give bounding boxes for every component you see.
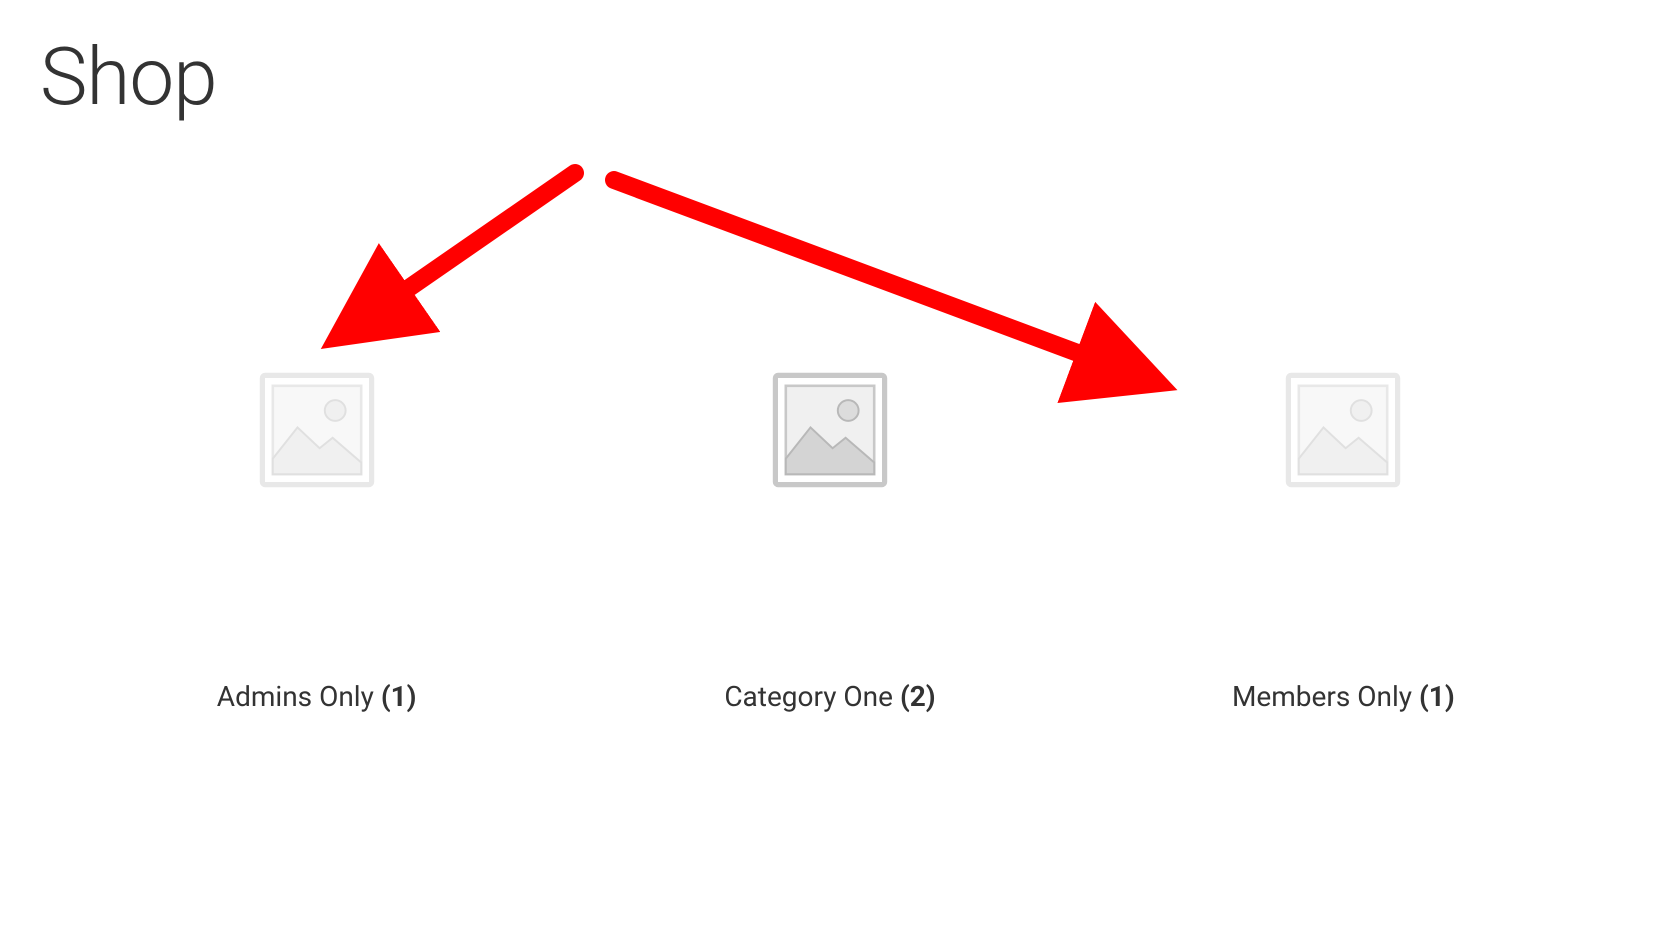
placeholder-image-icon — [1213, 300, 1473, 560]
category-count: (1) — [1419, 680, 1455, 713]
category-label: Category One (2) — [724, 680, 935, 713]
category-name: Admins Only — [217, 680, 374, 713]
category-category-one[interactable]: Category One (2) — [700, 300, 960, 713]
category-name: Category One — [724, 680, 893, 713]
arrow-left-icon — [380, 173, 575, 308]
page-title: Shop — [40, 30, 217, 124]
placeholder-image-icon — [187, 300, 447, 560]
category-members-only[interactable]: Members Only (1) — [1213, 300, 1473, 713]
category-name: Members Only — [1232, 680, 1412, 713]
category-count: (2) — [900, 680, 936, 713]
category-count: (1) — [381, 680, 417, 713]
categories-grid: Admins Only (1) Category One (2) — [0, 300, 1660, 713]
placeholder-image-icon — [700, 300, 960, 560]
category-label: Members Only (1) — [1232, 680, 1455, 713]
category-admins-only[interactable]: Admins Only (1) — [187, 300, 447, 713]
category-label: Admins Only (1) — [217, 680, 417, 713]
